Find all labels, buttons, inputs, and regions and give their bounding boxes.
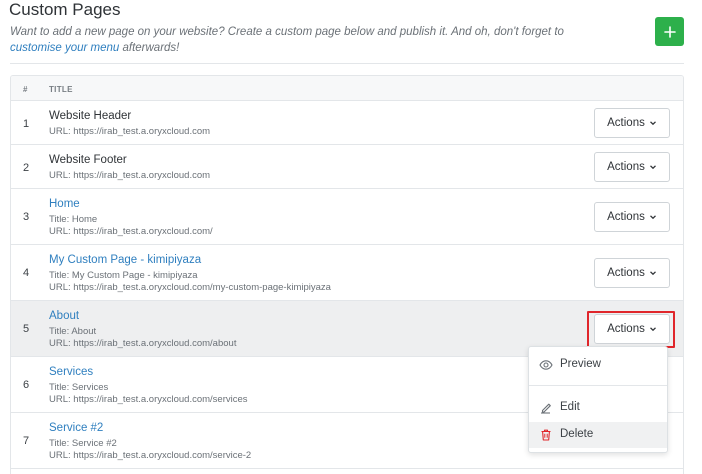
row-title-meta: Title: Home bbox=[49, 214, 98, 225]
actions-button[interactable]: Actions bbox=[594, 258, 670, 288]
customise-menu-link[interactable]: customise your menu bbox=[10, 42, 119, 54]
actions-label: Actions bbox=[607, 161, 645, 173]
row-number: 4 bbox=[23, 267, 30, 279]
row-url: URL: https://irab_test.a.oryxcloud.com/ bbox=[49, 226, 213, 237]
table-row: 2 Website Footer URL: https://irab_test.… bbox=[11, 145, 683, 189]
row-title-link[interactable]: Home bbox=[49, 198, 80, 210]
table-row: 4 My Custom Page - kimipiyaza Title: My … bbox=[11, 245, 683, 301]
actions-button[interactable]: Actions bbox=[594, 152, 670, 182]
table-header: # TITLE bbox=[11, 76, 683, 101]
table-row: 1 Website Header URL: https://irab_test.… bbox=[11, 101, 683, 145]
actions-label: Actions bbox=[607, 267, 645, 279]
actions-button[interactable]: Actions bbox=[594, 202, 670, 232]
row-title-link[interactable]: About bbox=[49, 310, 79, 322]
row-url: URL: https://irab_test.a.oryxcloud.com/s… bbox=[49, 394, 248, 405]
row-title-meta: Title: Services bbox=[49, 382, 109, 393]
column-header-title: TITLE bbox=[49, 85, 73, 94]
row-url: URL: https://irab_test.a.oryxcloud.com bbox=[49, 170, 211, 181]
row-title-meta: Title: Service #2 bbox=[49, 438, 117, 449]
row-url: URL: https://irab_test.a.oryxcloud.com/m… bbox=[49, 282, 331, 293]
row-title: Website Header bbox=[49, 110, 132, 122]
row-number: 2 bbox=[23, 162, 30, 174]
row-number: 6 bbox=[23, 379, 30, 391]
menu-item-label: Delete bbox=[560, 428, 594, 440]
trash-icon bbox=[541, 429, 551, 441]
page-subtitle: Want to add a new page on your website? … bbox=[10, 24, 610, 56]
chevron-down-icon bbox=[649, 215, 656, 220]
divider bbox=[10, 63, 684, 64]
row-number: 5 bbox=[23, 323, 30, 335]
table-row: 3 Home Title: Home URL: https://irab_tes… bbox=[11, 189, 683, 245]
subtitle-text: Want to add a new page on your website? … bbox=[10, 26, 564, 38]
subtitle-tail: afterwards! bbox=[119, 42, 180, 54]
row-title-meta: Title: About bbox=[49, 326, 97, 337]
menu-item-preview[interactable]: Preview bbox=[529, 352, 667, 378]
actions-label: Actions bbox=[607, 211, 645, 223]
row-url: URL: https://irab_test.a.oryxcloud.com bbox=[49, 126, 211, 137]
row-title-meta: Title: My Custom Page - kimipiyaza bbox=[49, 270, 198, 281]
row-title: Website Footer bbox=[49, 154, 127, 166]
menu-item-label: Preview bbox=[560, 358, 601, 370]
actions-button[interactable]: Actions bbox=[594, 314, 670, 344]
eye-icon bbox=[539, 360, 553, 370]
chevron-down-icon bbox=[649, 327, 656, 332]
chevron-down-icon bbox=[649, 165, 656, 170]
actions-label: Actions bbox=[607, 117, 645, 129]
row-title-link[interactable]: Services bbox=[49, 366, 93, 378]
row-number: 3 bbox=[23, 211, 30, 223]
row-title-link[interactable]: Service #2 bbox=[49, 422, 103, 434]
actions-label: Actions bbox=[607, 323, 645, 335]
chevron-down-icon bbox=[649, 121, 656, 126]
row-number: 7 bbox=[23, 435, 30, 447]
row-url: URL: https://irab_test.a.oryxcloud.com/a… bbox=[49, 338, 237, 349]
page-title: Custom Pages bbox=[9, 0, 121, 19]
row-url: URL: https://irab_test.a.oryxcloud.com/s… bbox=[49, 450, 252, 461]
menu-item-delete[interactable]: Delete bbox=[529, 422, 667, 448]
edit-icon bbox=[541, 403, 551, 414]
menu-divider bbox=[529, 385, 667, 386]
actions-button[interactable]: Actions bbox=[594, 108, 670, 138]
actions-dropdown-menu: Preview Edit Delete bbox=[528, 346, 668, 453]
add-page-button[interactable] bbox=[655, 17, 684, 46]
menu-item-label: Edit bbox=[560, 401, 580, 413]
chevron-down-icon bbox=[649, 271, 656, 276]
row-number: 1 bbox=[23, 118, 30, 130]
menu-item-edit[interactable]: Edit bbox=[529, 395, 667, 421]
column-header-number: # bbox=[23, 85, 28, 94]
row-title-link[interactable]: My Custom Page - kimipiyaza bbox=[49, 254, 201, 266]
plus-icon bbox=[663, 25, 676, 38]
